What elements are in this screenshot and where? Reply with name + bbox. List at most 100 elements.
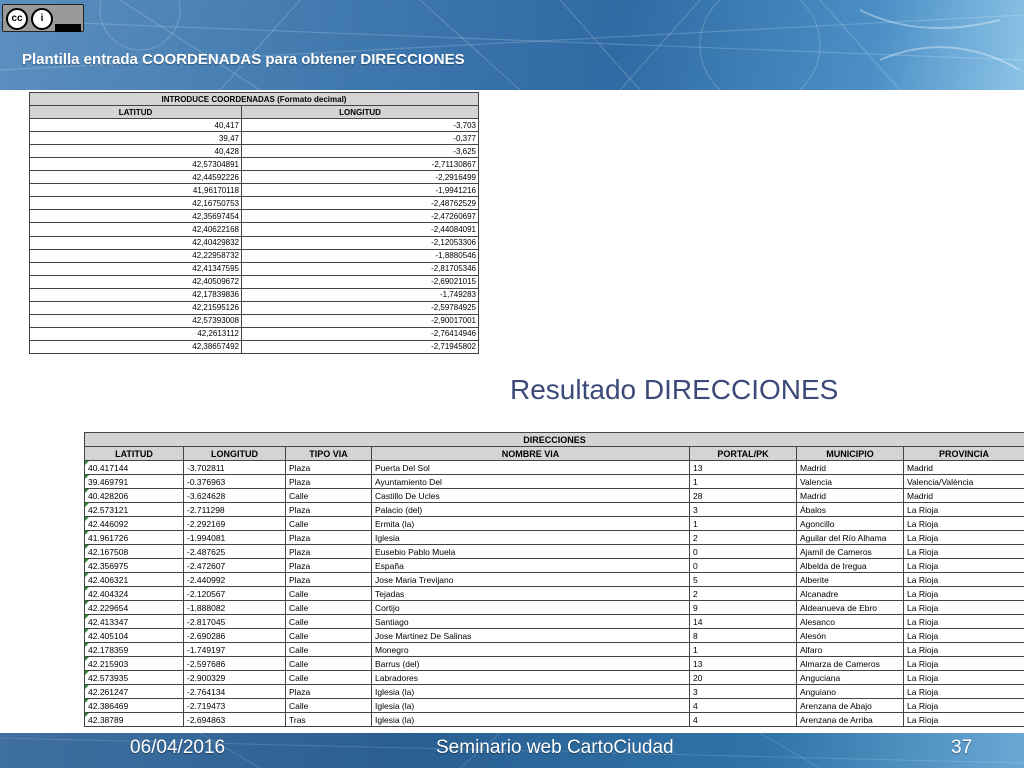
table-cell[interactable]: 42,16750753 <box>29 196 242 211</box>
table-cell[interactable]: -2,71945802 <box>241 339 479 354</box>
table-cell[interactable]: 42.167508 <box>84 544 184 559</box>
table-cell[interactable]: 42,17839836 <box>29 287 242 302</box>
table-cell[interactable]: Calle <box>285 600 372 615</box>
table-cell[interactable]: Ábalos <box>796 502 904 517</box>
table-cell[interactable]: -2,71130867 <box>241 157 479 172</box>
table-cell[interactable]: Plaza <box>285 544 372 559</box>
table-cell[interactable]: Madrid <box>796 460 904 475</box>
table-cell[interactable]: La Rioja <box>902 558 1024 573</box>
table-cell[interactable]: Eusebio Pablo Muela <box>371 544 690 559</box>
table-cell[interactable]: 9 <box>689 600 797 615</box>
table-cell[interactable]: La Rioja <box>902 698 1024 713</box>
table-cell[interactable]: 41,96170118 <box>29 183 242 198</box>
table-cell[interactable]: Plaza <box>285 530 372 545</box>
table-cell[interactable]: 42,40429832 <box>29 235 242 250</box>
table-cell[interactable]: Jose Maria Trevijano <box>371 572 690 587</box>
table-cell[interactable]: La Rioja <box>902 544 1024 559</box>
table-cell[interactable]: Barrus (del) <box>371 656 690 671</box>
table-cell[interactable]: Calle <box>285 628 372 643</box>
table-cell[interactable]: Iglesia <box>371 530 690 545</box>
table-cell[interactable]: Aldeanueva de Ebro <box>796 600 904 615</box>
table-cell[interactable]: 5 <box>689 572 797 587</box>
table-cell[interactable]: -2,69021015 <box>241 274 479 289</box>
table-cell[interactable]: -2.711298 <box>183 502 286 517</box>
table-cell[interactable]: 13 <box>689 460 797 475</box>
table-cell[interactable]: Alesón <box>796 628 904 643</box>
table-cell[interactable]: -0,377 <box>241 131 479 146</box>
table-cell[interactable]: Alcanadre <box>796 586 904 601</box>
table-cell[interactable]: -2,59784925 <box>241 300 479 315</box>
table-cell[interactable]: Almarza de Cameros <box>796 656 904 671</box>
table-cell[interactable]: 42.38789 <box>84 712 184 727</box>
table-cell[interactable]: Anguiano <box>796 684 904 699</box>
table-cell[interactable]: La Rioja <box>902 642 1024 657</box>
table-cell[interactable]: 42.386469 <box>84 698 184 713</box>
table-cell[interactable]: 28 <box>689 488 797 503</box>
table-cell[interactable]: -2.487625 <box>183 544 286 559</box>
table-cell[interactable]: Iglesia (la) <box>371 684 690 699</box>
table-cell[interactable]: Plaza <box>285 460 372 475</box>
table-cell[interactable]: -2.440992 <box>183 572 286 587</box>
table-cell[interactable]: Albelda de Iregua <box>796 558 904 573</box>
table-cell[interactable]: 42.405104 <box>84 628 184 643</box>
table-cell[interactable]: -2.472607 <box>183 558 286 573</box>
table-cell[interactable]: 42,2613112 <box>29 326 242 341</box>
table-cell[interactable]: Madrid <box>796 488 904 503</box>
table-cell[interactable]: Santiago <box>371 614 690 629</box>
table-cell[interactable]: 1 <box>689 516 797 531</box>
table-cell[interactable]: Plaza <box>285 474 372 489</box>
table-cell[interactable]: -2,81705346 <box>241 261 479 276</box>
table-cell[interactable]: Agoncillo <box>796 516 904 531</box>
table-cell[interactable]: 42.356975 <box>84 558 184 573</box>
table-cell[interactable]: Plaza <box>285 502 372 517</box>
table-cell[interactable]: Monegro <box>371 642 690 657</box>
table-cell[interactable]: 42,40509672 <box>29 274 242 289</box>
table-cell[interactable]: Ermita (la) <box>371 516 690 531</box>
table-cell[interactable]: La Rioja <box>902 712 1024 727</box>
table-cell[interactable]: -2,47260697 <box>241 209 479 224</box>
table-cell[interactable]: 42.404324 <box>84 586 184 601</box>
table-cell[interactable]: 42,35697454 <box>29 209 242 224</box>
table-cell[interactable]: Madrid <box>902 488 1024 503</box>
table-cell[interactable]: Iglesia (la) <box>371 698 690 713</box>
table-cell[interactable]: Alfaro <box>796 642 904 657</box>
table-cell[interactable]: Tejadas <box>371 586 690 601</box>
table-cell[interactable]: 42,57393008 <box>29 313 242 328</box>
table-cell[interactable]: La Rioja <box>902 628 1024 643</box>
table-cell[interactable]: Arenzana de Abajo <box>796 698 904 713</box>
table-cell[interactable]: 2 <box>689 530 797 545</box>
table-cell[interactable]: 42,40622168 <box>29 222 242 237</box>
table-cell[interactable]: Calle <box>285 670 372 685</box>
table-cell[interactable]: 40.428206 <box>84 488 184 503</box>
table-cell[interactable]: Calle <box>285 656 372 671</box>
table-cell[interactable]: 40.417144 <box>84 460 184 475</box>
table-cell[interactable]: Tras <box>285 712 372 727</box>
table-cell[interactable]: -3.702811 <box>183 460 286 475</box>
table-cell[interactable]: 41.961726 <box>84 530 184 545</box>
table-cell[interactable]: Valencia/València <box>902 474 1024 489</box>
table-cell[interactable]: Calle <box>285 698 372 713</box>
table-cell[interactable]: -2.120567 <box>183 586 286 601</box>
table-cell[interactable]: 1 <box>689 474 797 489</box>
table-cell[interactable]: Cortijo <box>371 600 690 615</box>
table-cell[interactable]: -1,749283 <box>241 287 479 302</box>
table-cell[interactable]: La Rioja <box>902 600 1024 615</box>
table-cell[interactable]: 42.446092 <box>84 516 184 531</box>
table-cell[interactable]: Plaza <box>285 558 372 573</box>
table-cell[interactable]: -2.719473 <box>183 698 286 713</box>
table-cell[interactable]: Calle <box>285 516 372 531</box>
table-cell[interactable]: -1,8880546 <box>241 248 479 263</box>
table-cell[interactable]: 4 <box>689 712 797 727</box>
table-cell[interactable]: Ajamil de Cameros <box>796 544 904 559</box>
table-cell[interactable]: Castillo De Ucles <box>371 488 690 503</box>
table-cell[interactable]: 42.406321 <box>84 572 184 587</box>
table-cell[interactable]: Calle <box>285 586 372 601</box>
table-cell[interactable]: 42.413347 <box>84 614 184 629</box>
table-cell[interactable]: 3 <box>689 502 797 517</box>
table-cell[interactable]: -3,703 <box>241 118 479 133</box>
table-cell[interactable]: Calle <box>285 614 372 629</box>
table-cell[interactable]: 0 <box>689 544 797 559</box>
table-cell[interactable]: -3,625 <box>241 144 479 159</box>
table-cell[interactable]: Puerta Del Sol <box>371 460 690 475</box>
table-cell[interactable]: 42,57304891 <box>29 157 242 172</box>
